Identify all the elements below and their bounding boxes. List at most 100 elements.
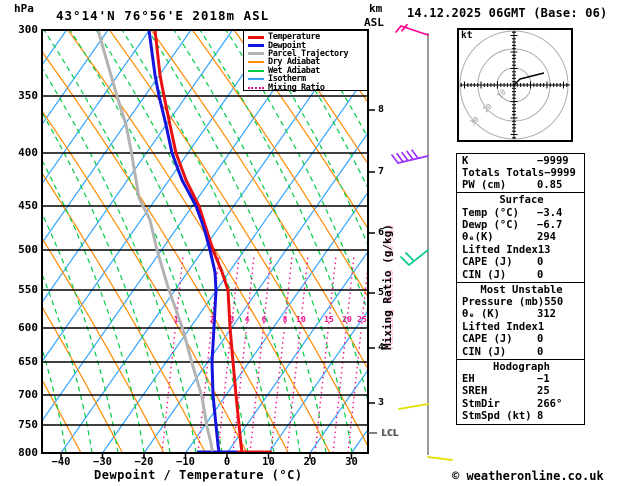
km-tick-label: 4 [378, 342, 385, 353]
pressure-tick-label: 300 [18, 23, 38, 36]
barb-300hPa [395, 23, 429, 36]
altitude-axis-unit: km [369, 2, 383, 15]
info-table-row-value: 8 [537, 410, 544, 423]
info-table-row-value: 0.85 [537, 179, 563, 192]
dry-adiabat-line [109, 30, 368, 448]
wet-adiabat-line [199, 30, 368, 405]
info-table-row: EH −1 [462, 373, 581, 385]
pressure-tick-label: 750 [18, 418, 38, 431]
info-table: K −9999 Totals Totals −9999 PW (cm) 0.85 Surfa… [456, 152, 585, 425]
wind-barb-segment [400, 256, 410, 266]
info-table-row-value: 312 [537, 308, 556, 321]
info-table-row: CAPE (J) 0 [462, 256, 581, 268]
info-table-row-label: K [462, 154, 469, 167]
info-table-row-value: 0 [537, 333, 544, 346]
mixing-ratio-value-label: 15 [324, 315, 334, 324]
legend-line-sample [248, 78, 264, 81]
mixing-ratio-value-label: 10 [296, 315, 306, 324]
info-table-row-label: Temp (°C) [462, 206, 519, 219]
temperature-tick-label: 30 [345, 456, 358, 468]
info-table-row: Pressure (mb) 550 [462, 296, 581, 308]
info-table-row: SREH 25 [462, 385, 581, 397]
pressure-tick-label: 700 [18, 388, 38, 401]
mixing-ratio-value-label: 1 [173, 315, 179, 324]
info-table-row-value: 25 [537, 385, 550, 398]
wind-barb-segment [405, 252, 415, 262]
info-table-row-value: 266° [537, 397, 563, 410]
info-table-section-header: Most Unstable [480, 283, 563, 296]
info-table-row-label: EH [462, 372, 475, 385]
km-tick-label: 3 [378, 397, 385, 408]
legend-item: Temperature [248, 32, 364, 42]
legend-line-sample [248, 61, 264, 64]
legend-line-sample [248, 35, 264, 39]
info-table-row: Lifted Index 13 [462, 244, 581, 256]
legend-item: Wet Adiabat [248, 66, 364, 76]
info-table-row: θₑ (K) 312 [462, 308, 581, 320]
info-table-row: CIN (J) 0 [462, 269, 581, 281]
km-tick-label: 5 [378, 287, 385, 298]
dry-adiabat-line [150, 30, 368, 371]
wind-barb-segment [401, 151, 409, 162]
info-table-row: Temp (°C) −3.4 [462, 207, 581, 219]
info-table-row-label: θₑ(K) [462, 231, 494, 244]
mixing-ratio-value-label: 2 [209, 315, 215, 324]
km-tick-label: 7 [378, 166, 385, 177]
wind-barb-segment [398, 403, 429, 410]
info-table-row: StmSpd (kt) 8 [462, 410, 581, 422]
info-table-row: PW (cm) 0.85 [462, 179, 581, 191]
info-table-row-label: Totals Totals [462, 166, 545, 179]
barb-surface [427, 456, 453, 461]
info-table-row-label: θₑ (K) [462, 308, 500, 321]
temperature-tick-label: −30 [93, 456, 112, 468]
info-table-row-label: StmDir [462, 397, 500, 410]
info-table-row-value: −3.4 [537, 206, 563, 219]
wind-barb-segment [411, 149, 419, 160]
pressure-tick-label: 650 [18, 355, 38, 368]
info-table-row: Totals Totals −9999 [462, 167, 581, 179]
copyright: © weatheronline.co.uk [452, 469, 604, 483]
temperature-tick-label: 20 [303, 456, 317, 468]
mixing-ratio-axis-title: Mixing Ratio (g/kg) [381, 224, 394, 350]
dry-adiabat-line [192, 30, 368, 299]
page-title: 43°14'N 76°56'E 2018m ASL [56, 8, 270, 23]
mixing-ratio-line [286, 255, 309, 453]
legend-line-sample [248, 86, 264, 89]
temperature-tick-label: −20 [134, 456, 154, 468]
wind-barb-segment [391, 154, 399, 164]
mixing-ratio-value-label: 20 [342, 315, 352, 324]
info-table-row-value: 0 [537, 268, 544, 281]
pressure-tick-label: 350 [18, 89, 38, 102]
pressure-tick-label: 800 [18, 446, 38, 459]
info-table-row-value: −6.7 [537, 219, 563, 232]
info-table-section-header: Surface [499, 194, 544, 207]
wet-adiabat-line [95, 30, 275, 453]
info-table-row: StmDir 266° [462, 398, 581, 410]
info-table-row-label: Pressure (mb) [462, 295, 545, 308]
info-table-row-label: CAPE (J) [462, 256, 513, 269]
legend: Temperature Dewpoint Parcel Trajectory Dry … [243, 30, 368, 93]
lcl-label: LCL [381, 428, 399, 439]
mixing-ratio-value-label: 4 [244, 315, 250, 324]
hodograph: 102030 [457, 28, 573, 142]
temperature-tick-label: −10 [176, 456, 195, 468]
wind-barb-segment [395, 25, 402, 33]
pressure-tick-label: 600 [18, 321, 38, 334]
info-table-row-value: −9999 [544, 166, 576, 179]
wind-barb-segment [427, 456, 453, 461]
info-table-row-label: Lifted Index [462, 320, 538, 333]
hodograph-wind-trace [513, 72, 545, 86]
barb-500hPa [400, 249, 429, 266]
info-table-section: Hodograph EH −1 SREH 25 StmDir 266° StmSpd (kt)… [456, 358, 585, 425]
info-table-row-label: PW (cm) [462, 179, 507, 192]
legend-item: Mixing Ratio [248, 83, 364, 93]
wind-barb-segment [406, 150, 414, 161]
x-axis-title: Dewpoint / Temperature (°C) [94, 468, 303, 482]
pressure-axis-unit: hPa [14, 2, 34, 15]
info-table-section: Most Unstable Pressure (mb) 550 θₑ (K) 312 Li… [456, 281, 585, 360]
altitude-axis-unit-sub: ASL [364, 16, 384, 29]
info-table-row: θₑ(K) 294 [462, 231, 581, 243]
legend-line-sample [248, 69, 264, 72]
mixing-ratio-value-label: 3 [229, 315, 235, 324]
info-table-row-value: 294 [537, 231, 556, 244]
